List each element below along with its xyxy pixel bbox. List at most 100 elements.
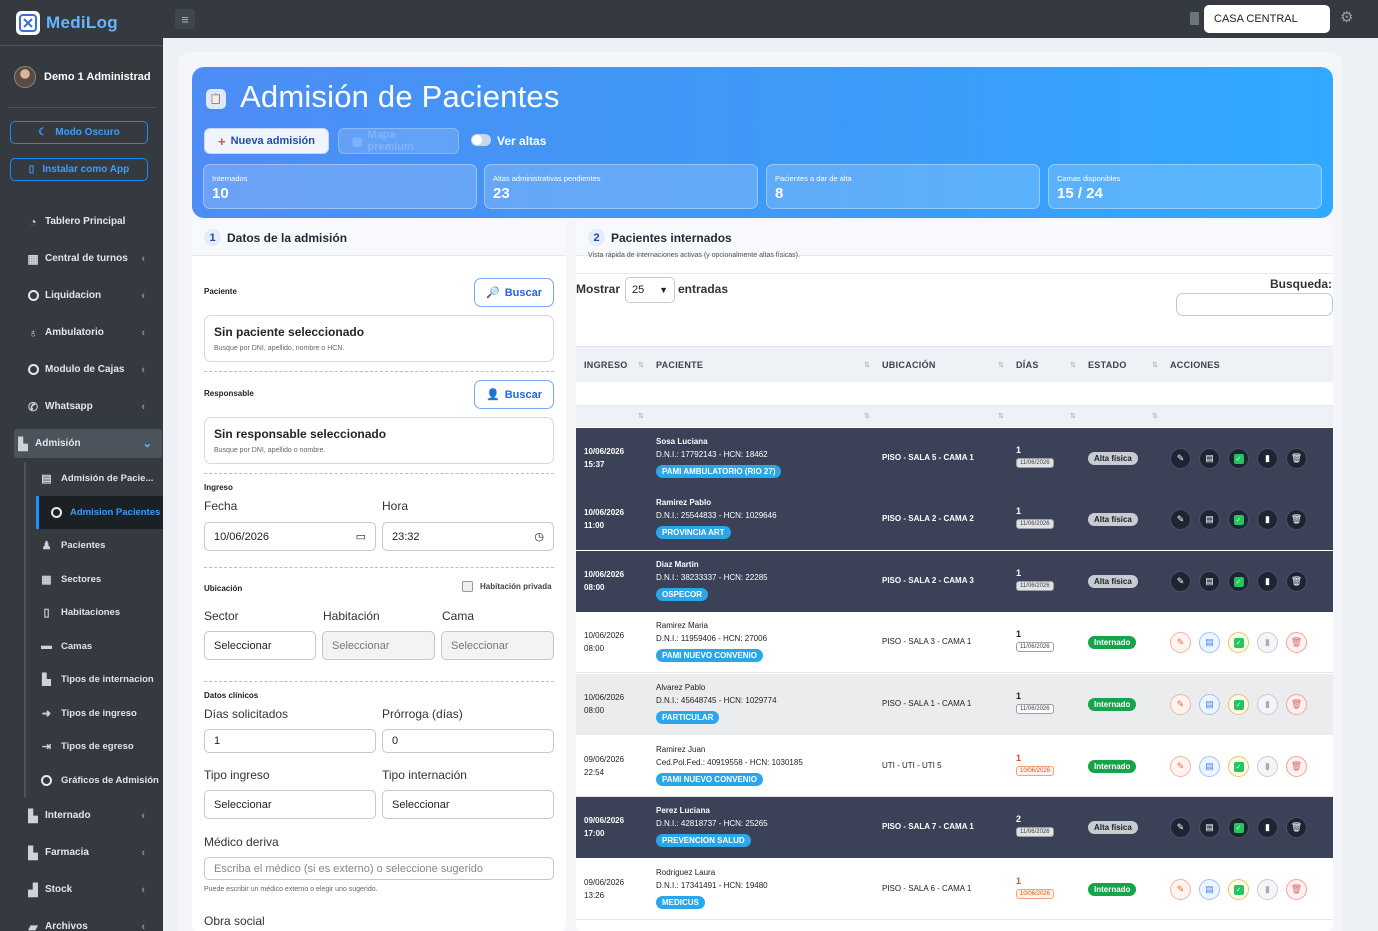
table-row[interactable]: 10/06/2026 08:00 Diaz Martin D.N.I.: 382333… [576,551,1333,612]
trash-icon[interactable]: 🗑 [1286,756,1307,777]
sidebar-item-cajas[interactable]: Modulo de Cajas ‹ [0,351,163,388]
table-row[interactable]: 10/06/2026 15:37 Sosa Luciana D.N.I.: 17792… [576,428,1333,489]
brand[interactable]: MediLog [0,0,163,46]
medico-input[interactable]: Escriba el médico (si es externo) o sele… [204,857,554,880]
bed-transfer-icon[interactable]: ▤ [1199,879,1220,900]
sidebar-item-turnos[interactable]: ▦ Central de turnos ‹ [0,240,163,277]
install-app-button[interactable]: ▯ Instalar como App [10,158,148,181]
trash-icon[interactable]: 🗑 [1286,571,1307,592]
table-row[interactable]: 10/06/2026 11:00 Ramirez Pablo D.N.I.: 2554… [576,489,1333,550]
sidebar-item-ambulatorio[interactable]: ♁ Ambulatorio ‹ [0,314,163,351]
check-icon[interactable]: ✓ [1228,632,1249,653]
bed-transfer-icon[interactable]: ▤ [1199,694,1220,715]
trash-icon[interactable]: 🗑 [1286,632,1307,653]
table-row[interactable]: 09/06/2026 13:26 Rodriguez Laura D.N.I.: 17… [576,859,1333,920]
cama-select[interactable]: Seleccionar [441,631,554,660]
dias-input[interactable]: 1 [204,729,376,753]
sort-icon[interactable]: ⇅ [864,361,870,369]
page-size-select[interactable]: 25 ▼ [625,277,675,303]
trash-icon[interactable]: 🗑 [1286,448,1307,469]
buscar-paciente-button[interactable]: 🔎 Buscar [474,278,554,307]
document-icon[interactable]: ▮ [1257,632,1278,653]
check-icon[interactable]: ✓ [1228,509,1249,530]
document-icon[interactable]: ▮ [1257,756,1278,777]
sidebar-sub-tipos-egreso[interactable]: ⇥ Tipos de egreso [26,730,163,764]
ver-altas-toggle[interactable] [471,134,491,146]
edit-pencil-icon[interactable]: ✎ [1170,817,1191,838]
sidebar-item-archivos[interactable]: ▰ Archivos ‹ [0,908,163,931]
document-icon[interactable]: ▮ [1257,448,1278,469]
hab-privada-checkbox[interactable] [462,581,473,592]
check-icon[interactable]: ✓ [1228,756,1249,777]
check-icon[interactable]: ✓ [1228,879,1249,900]
table-row[interactable]: 10/06/2026 08:00 Ramirez Maria D.N.I.: 1195… [576,612,1333,673]
sort-icon[interactable]: ⇅ [1070,361,1076,369]
sidebar-item-whatsapp[interactable]: ✆ Whatsapp ‹ [0,388,163,425]
trash-icon[interactable]: 🗑 [1286,817,1307,838]
col-dias[interactable]: DÍAS [1016,348,1039,382]
document-icon[interactable]: ▮ [1257,571,1278,592]
new-admission-button[interactable]: + Nueva admisión [204,128,329,154]
bed-transfer-icon[interactable]: ▤ [1199,632,1220,653]
sidebar-sub-sectores[interactable]: ▦ Sectores [26,563,163,597]
fecha-input[interactable]: 10/06/2026 ▭ [204,522,376,551]
prorroga-input[interactable]: 0 [382,729,554,753]
edit-pencil-icon[interactable]: ✎ [1170,509,1191,530]
user-panel[interactable]: Demo 1 Administrad [8,46,155,108]
bed-transfer-icon[interactable]: ▤ [1199,509,1220,530]
edit-pencil-icon[interactable]: ✎ [1170,879,1191,900]
sidebar-sub-tipos-internacion[interactable]: ▙ Tipos de internacion [26,663,163,697]
sidebar-sub-admision-v[interactable]: Admision Pacientes v [36,495,163,529]
sidebar-sub-pacientes[interactable]: ♟ Pacientes [26,529,163,563]
sidebar-item-farmacia[interactable]: ▙ Farmacia ‹ [0,834,163,871]
sidebar-sub-tipos-ingreso[interactable]: ➜ Tipos de ingreso [26,697,163,731]
sort-icon[interactable]: ⇅ [638,361,644,369]
col-paciente[interactable]: PACIENTE [656,348,703,382]
sidebar-item-internado[interactable]: ▙ Internado ‹ [0,797,163,834]
bed-transfer-icon[interactable]: ▤ [1199,571,1220,592]
menu-toggle-icon[interactable]: ≡ [175,9,195,29]
buscar-responsable-button[interactable]: 👤 Buscar [474,380,554,409]
document-icon[interactable]: ▮ [1257,694,1278,715]
edit-pencil-icon[interactable]: ✎ [1170,571,1191,592]
search-input[interactable] [1176,293,1333,316]
sector-select[interactable]: Seleccionar [204,631,316,660]
habitacion-select[interactable]: Seleccionar [322,631,435,660]
table-row[interactable]: 09/06/2026 22:54 Ramirez Juan Ced.Pol.Fed.:… [576,736,1333,797]
sort-icon[interactable]: ⇅ [998,361,1004,369]
col-ingreso[interactable]: INGRESO [584,348,628,382]
sort-icon[interactable]: ⇅ [1152,361,1158,369]
hora-input[interactable]: 23:32 ◷ [382,522,554,551]
check-icon[interactable]: ✓ [1228,817,1249,838]
sidebar-item-stock[interactable]: ▟ Stock ‹ [0,871,163,908]
table-row[interactable]: 09/06/2026 17:00 Perez Luciana D.N.I.: 4281… [576,797,1333,858]
check-icon[interactable]: ✓ [1228,694,1249,715]
edit-pencil-icon[interactable]: ✎ [1170,756,1191,777]
col-ubicacion[interactable]: UBICACIÓN [882,348,936,382]
paciente-box[interactable]: Sin paciente seleccionado Busque por DNI… [204,315,554,362]
user-settings-icon[interactable]: ⚙ [1340,8,1353,26]
sidebar-sub-admision[interactable]: ▤ Admisión de Pacie... [26,462,163,496]
dark-mode-button[interactable]: ☾ Modo Oscuro [10,121,148,144]
document-icon[interactable]: ▮ [1257,879,1278,900]
trash-icon[interactable]: 🗑 [1286,694,1307,715]
sidebar-sub-habitaciones[interactable]: ▯ Habitaciones [26,596,163,630]
sidebar-item-liquidacion[interactable]: Liquidacion ‹ [0,277,163,314]
col-estado[interactable]: ESTADO [1088,348,1127,382]
map-premium-button[interactable]: ▦ Mapa premium [338,128,459,154]
edit-pencil-icon[interactable]: ✎ [1170,448,1191,469]
edit-pencil-icon[interactable]: ✎ [1170,694,1191,715]
table-row[interactable]: 10/06/2026 08:00 Alvarez Pablo D.N.I.: 4564… [576,674,1333,735]
trash-icon[interactable]: 🗑 [1286,879,1307,900]
bed-transfer-icon[interactable]: ▤ [1199,448,1220,469]
tipo-internacion-select[interactable]: Seleccionar [382,790,554,819]
trash-icon[interactable]: 🗑 [1286,509,1307,530]
sidebar-sub-graficos[interactable]: Gráficos de Admisión [26,764,163,798]
bed-transfer-icon[interactable]: ▤ [1199,756,1220,777]
check-icon[interactable]: ✓ [1228,571,1249,592]
tipo-ingreso-select[interactable]: Seleccionar [204,790,376,819]
edit-pencil-icon[interactable]: ✎ [1170,632,1191,653]
document-icon[interactable]: ▮ [1257,817,1278,838]
branch-selector[interactable]: CASA CENTRAL [1204,5,1330,33]
responsable-box[interactable]: Sin responsable seleccionado Busque por … [204,417,554,464]
